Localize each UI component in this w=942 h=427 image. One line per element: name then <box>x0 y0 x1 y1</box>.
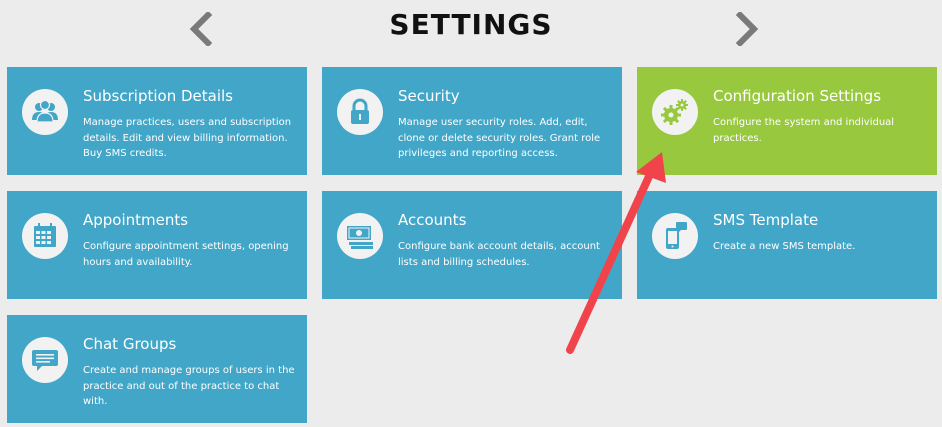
tile-description: Configure the system and individual prac… <box>713 117 895 144</box>
tile-title: SMS Template <box>713 211 819 229</box>
tile-chat-groups[interactable]: Chat Groups Create and manage groups of … <box>7 315 307 423</box>
tile-title: Subscription Details <box>83 87 233 105</box>
tile-security[interactable]: Security Manage user security roles. Add… <box>322 67 622 175</box>
lock-icon <box>337 89 383 135</box>
gears-icon <box>652 89 698 135</box>
page-title: SETTINGS <box>389 8 553 41</box>
tile-configuration-settings[interactable]: Configuration Settings Configure the sys… <box>637 67 937 175</box>
chevron-right-icon[interactable] <box>734 12 760 46</box>
mobile-message-icon <box>652 213 698 259</box>
tile-appointments[interactable]: Appointments Configure appointment setti… <box>7 191 307 299</box>
chat-icon <box>22 337 68 383</box>
tile-title: Appointments <box>83 211 189 229</box>
tile-subscription-details[interactable]: Subscription Details Manage practices, u… <box>7 67 307 175</box>
tile-title: Configuration Settings <box>713 87 882 105</box>
calendar-icon <box>22 213 68 259</box>
tile-description: Create a new SMS template. <box>713 241 856 252</box>
tile-description: Manage practices, users and subscription… <box>83 117 292 159</box>
tile-title: Chat Groups <box>83 335 177 353</box>
tile-description: Create and manage groups of users in the… <box>83 365 295 407</box>
tile-title: Accounts <box>398 211 467 229</box>
tile-sms-template[interactable]: SMS Template Create a new SMS template. <box>637 191 937 299</box>
header: SETTINGS <box>0 0 942 56</box>
tile-description: Configure appointment settings, opening … <box>83 241 289 268</box>
tile-accounts[interactable]: Accounts Configure bank account details,… <box>322 191 622 299</box>
tile-title: Security <box>398 87 460 105</box>
tile-description: Manage user security roles. Add, edit, c… <box>398 117 601 159</box>
users-icon <box>22 89 68 135</box>
tile-description: Configure bank account details, account … <box>398 241 600 268</box>
money-icon <box>337 213 383 259</box>
